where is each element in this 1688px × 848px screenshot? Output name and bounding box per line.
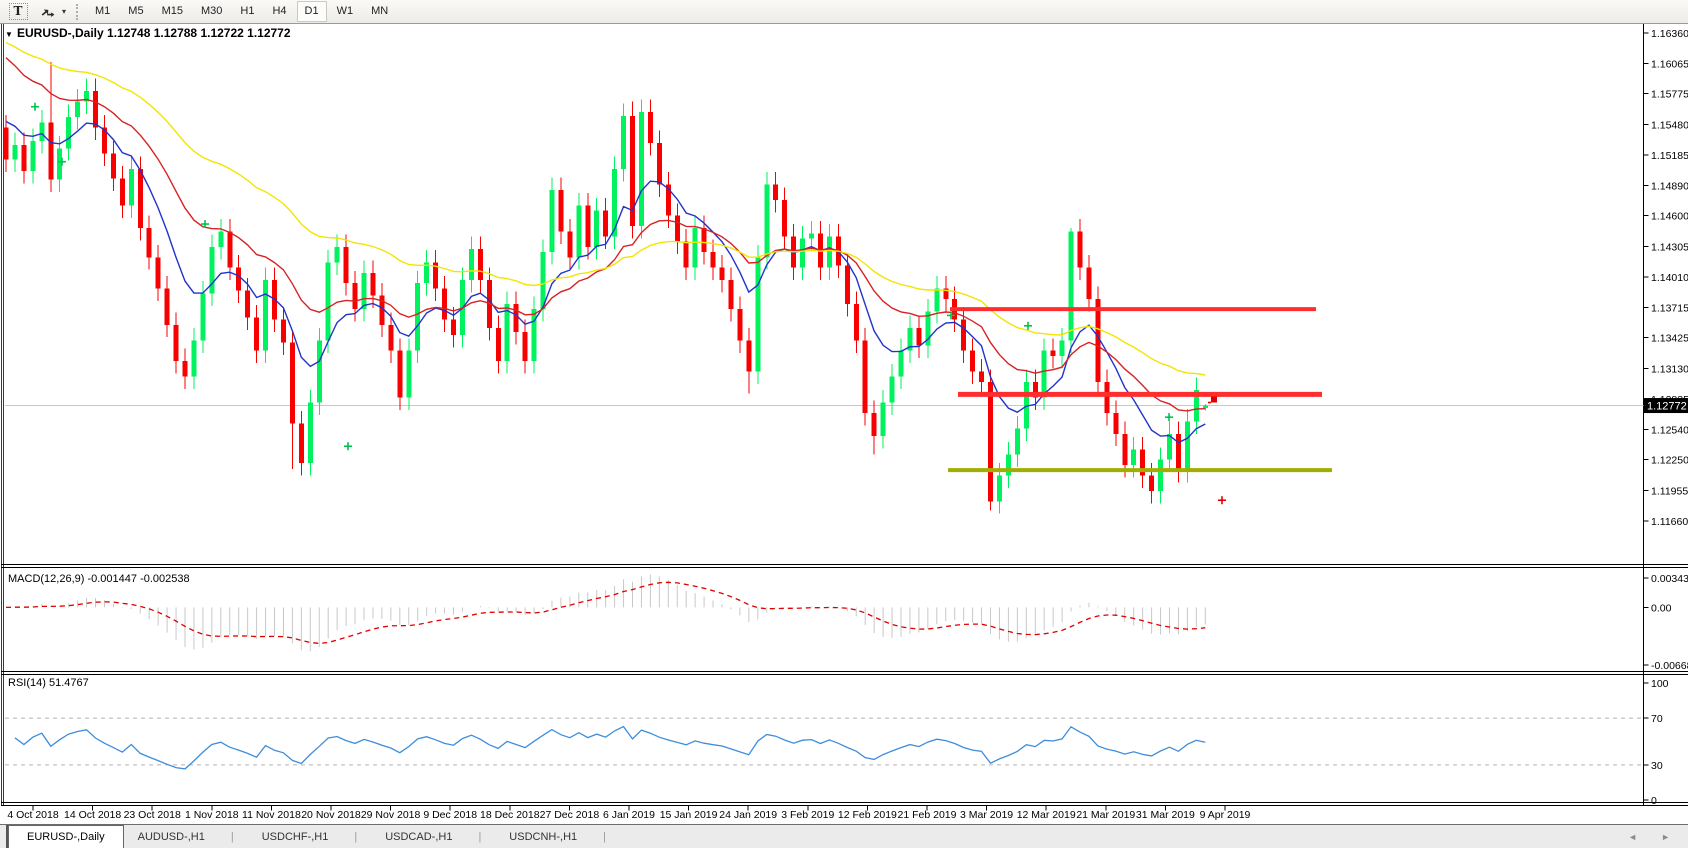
svg-text:1.14600: 1.14600 — [1651, 211, 1688, 223]
tabs-scroll-left-icon[interactable]: ◄ — [1628, 832, 1637, 842]
svg-text:1.14305: 1.14305 — [1651, 241, 1688, 253]
svg-text:1.16065: 1.16065 — [1651, 59, 1688, 71]
svg-text:1.11660: 1.11660 — [1651, 516, 1688, 528]
svg-text:9 Apr 2019: 9 Apr 2019 — [1200, 809, 1251, 821]
tab-audusd-h1[interactable]: AUDUSD-,H1 — [124, 825, 248, 848]
chart-collapse-triangle-icon[interactable]: ▼ — [5, 30, 13, 39]
svg-text:1.12250: 1.12250 — [1651, 455, 1688, 467]
timeframe-h1-button[interactable]: H1 — [232, 1, 262, 22]
timeframe-m30-button[interactable]: M30 — [193, 1, 230, 22]
timeframe-h4-button[interactable]: H4 — [264, 1, 294, 22]
chart-canvas[interactable]: 1.16360 1.16065 1.15775 1.15480 1.15185 1.148… — [0, 24, 1688, 824]
svg-text:1 Nov 2018: 1 Nov 2018 — [185, 809, 239, 821]
toolbar-grip[interactable] — [76, 4, 78, 20]
svg-text:21 Feb 2019: 21 Feb 2019 — [898, 809, 957, 821]
timeframe-w1-button[interactable]: W1 — [329, 1, 362, 22]
svg-text:4 Oct 2018: 4 Oct 2018 — [7, 809, 59, 821]
svg-text:1.14890: 1.14890 — [1651, 181, 1688, 193]
svg-text:14 Oct 2018: 14 Oct 2018 — [64, 809, 121, 821]
svg-text:1.13715: 1.13715 — [1651, 303, 1688, 315]
svg-text:1.12772: 1.12772 — [1647, 401, 1687, 413]
arrange-windows-button[interactable] — [36, 2, 60, 21]
chart-title: EURUSD-,Daily 1.12748 1.12788 1.12722 1.… — [17, 26, 291, 40]
svg-text:30: 30 — [1651, 760, 1663, 772]
svg-text:18 Dec 2018: 18 Dec 2018 — [480, 809, 540, 821]
top-toolbar: T ▾ M1 M5 M15 M30 H1 H4 D1 W1 MN — [0, 0, 1688, 24]
svg-text:12 Mar 2019: 12 Mar 2019 — [1017, 809, 1076, 821]
text-tool-icon: T — [9, 3, 28, 20]
tab-usdchf-h1[interactable]: USDCHF-,H1 — [248, 825, 371, 848]
timeframe-m5-button[interactable]: M5 — [120, 1, 151, 22]
svg-text:11 Nov 2018: 11 Nov 2018 — [242, 809, 301, 821]
svg-text:1.12540: 1.12540 — [1651, 425, 1688, 437]
tab-eurusd-daily[interactable]: EURUSD-,Daily — [8, 825, 124, 848]
svg-text:1.11955: 1.11955 — [1651, 485, 1688, 497]
svg-text:0: 0 — [1651, 795, 1657, 807]
svg-text:15 Jan 2019: 15 Jan 2019 — [660, 809, 718, 821]
svg-text:100: 100 — [1651, 678, 1669, 690]
tab-usdcad-h1[interactable]: USDCAD-,H1 — [371, 825, 495, 848]
svg-text:3 Feb 2019: 3 Feb 2019 — [781, 809, 834, 821]
tabbar-left-edge — [0, 825, 8, 848]
svg-text:1.15480: 1.15480 — [1651, 119, 1688, 131]
svg-text:23 Oct 2018: 23 Oct 2018 — [124, 809, 181, 821]
svg-text:3 Mar 2019: 3 Mar 2019 — [960, 809, 1013, 821]
tab-usdcnh-h1[interactable]: USDCNH-,H1 — [495, 825, 620, 848]
svg-text:70: 70 — [1651, 713, 1663, 725]
svg-text:1.15775: 1.15775 — [1651, 89, 1688, 101]
svg-text:6 Jan 2019: 6 Jan 2019 — [603, 809, 655, 821]
svg-text:27 Dec 2018: 27 Dec 2018 — [540, 809, 600, 821]
svg-text:-0.006686: -0.006686 — [1651, 660, 1688, 672]
macd-label: MACD(12,26,9) -0.001447 -0.002538 — [8, 573, 190, 585]
current-price-tag: 1.12772 — [1644, 398, 1688, 413]
svg-text:20 Nov 2018: 20 Nov 2018 — [301, 809, 361, 821]
svg-text:31 Mar 2019: 31 Mar 2019 — [1136, 809, 1195, 821]
tabs-scroll-right-icon[interactable]: ► — [1661, 832, 1670, 842]
chart-background — [0, 24, 1688, 824]
svg-text:9 Dec 2018: 9 Dec 2018 — [423, 809, 477, 821]
svg-text:1.13130: 1.13130 — [1651, 363, 1688, 375]
timeframe-d1-button[interactable]: D1 — [297, 1, 327, 22]
timeframe-m15-button[interactable]: M15 — [154, 1, 191, 22]
svg-text:21 Mar 2019: 21 Mar 2019 — [1076, 809, 1135, 821]
svg-text:1.15185: 1.15185 — [1651, 150, 1688, 162]
svg-text:0.00: 0.00 — [1651, 602, 1672, 614]
svg-text:1.16360: 1.16360 — [1651, 28, 1688, 40]
text-label-tool-button[interactable]: T — [6, 2, 30, 21]
rsi-label: RSI(14) 51.4767 — [8, 677, 89, 689]
arrange-arrows-icon — [40, 5, 56, 19]
arrange-dropdown-caret-icon[interactable]: ▾ — [62, 7, 66, 16]
timeframe-mn-button[interactable]: MN — [363, 1, 396, 22]
svg-text:0.003431: 0.003431 — [1651, 573, 1688, 585]
svg-text:24 Jan 2019: 24 Jan 2019 — [719, 809, 777, 821]
svg-text:12 Feb 2019: 12 Feb 2019 — [838, 809, 897, 821]
svg-text:29 Nov 2018: 29 Nov 2018 — [361, 809, 421, 821]
timeframe-m1-button[interactable]: M1 — [87, 1, 118, 22]
svg-text:1.13425: 1.13425 — [1651, 333, 1688, 345]
svg-text:1.14010: 1.14010 — [1651, 272, 1688, 284]
chart-tabs-bar: EURUSD-,Daily AUDUSD-,H1 USDCHF-,H1 USDC… — [0, 824, 1688, 848]
